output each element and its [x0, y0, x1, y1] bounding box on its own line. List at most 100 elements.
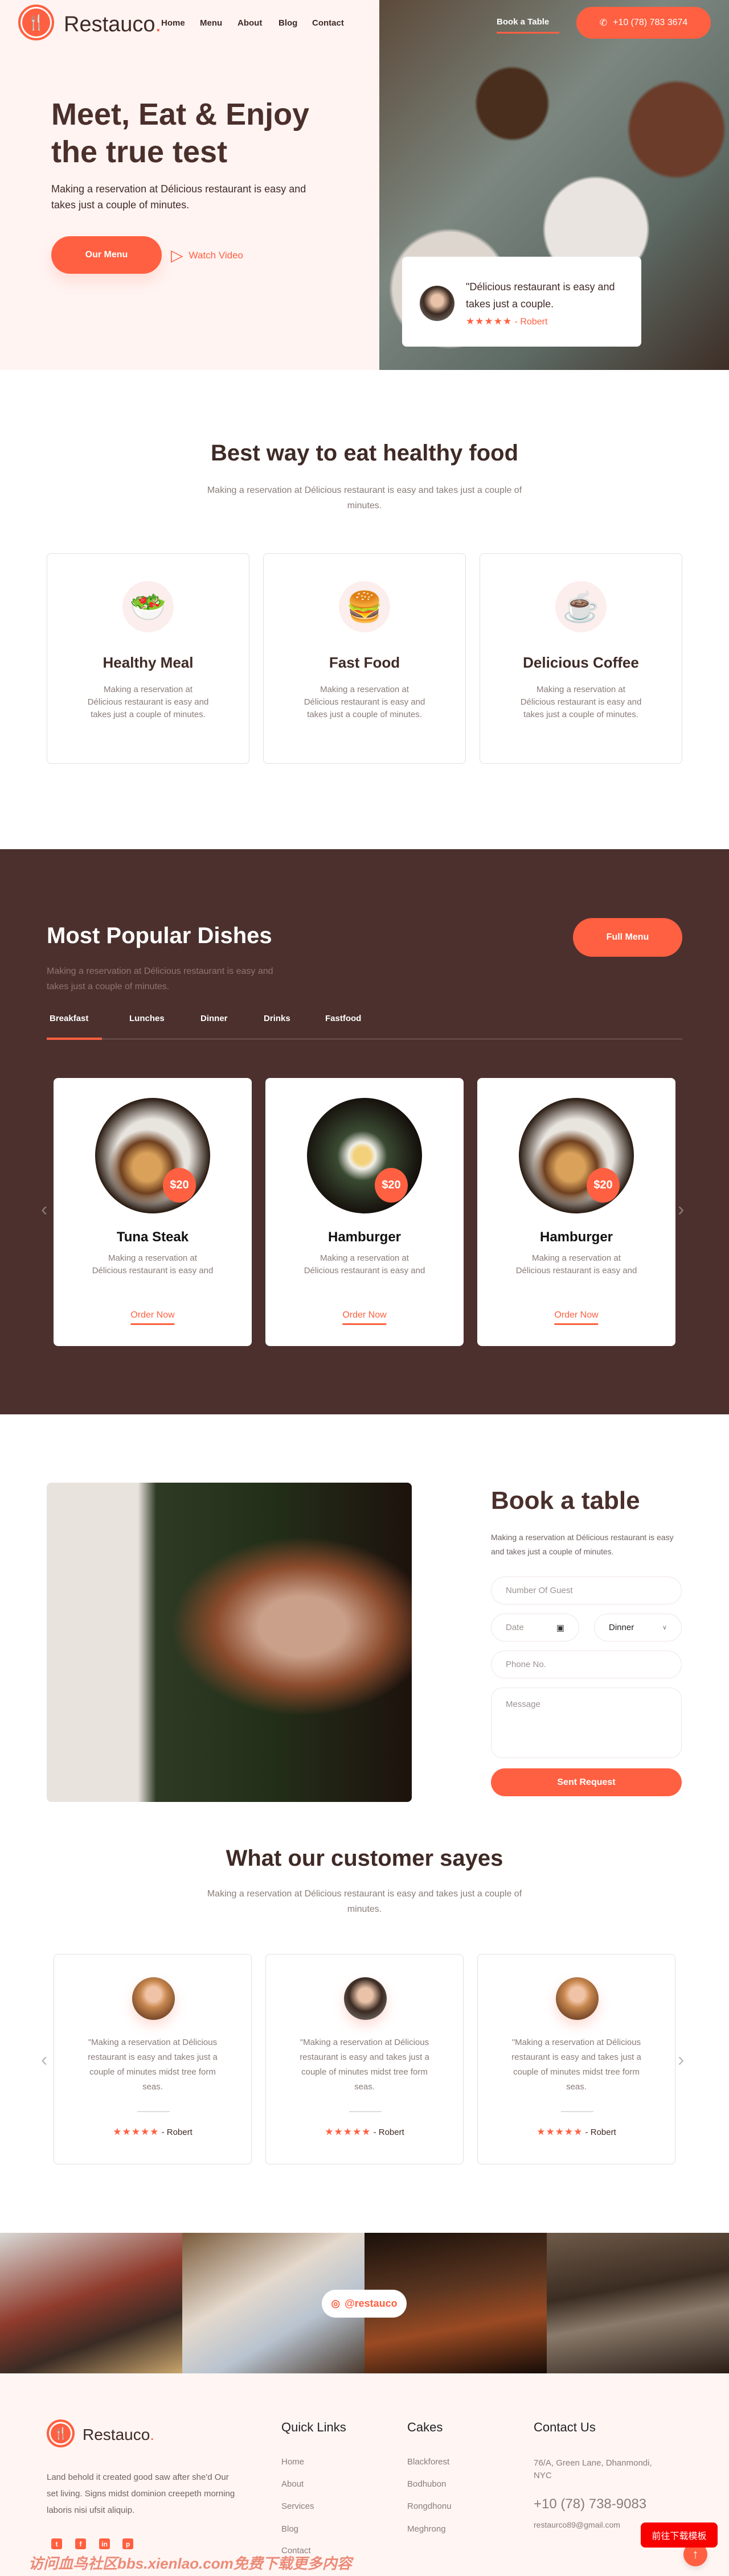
customer-avatar	[132, 1977, 175, 2020]
linkedin-icon[interactable]: in	[99, 2538, 110, 2549]
dish-card: $20 Tuna Steak Making a reservation at D…	[54, 1078, 252, 1346]
divider	[349, 2111, 382, 2112]
tab-drinks[interactable]: Drinks	[264, 1014, 290, 1023]
logo-text[interactable]: Restauco.	[64, 13, 161, 37]
tab-breakfast[interactable]: Breakfast	[50, 1014, 88, 1023]
nav-about[interactable]: About	[237, 18, 262, 28]
tab-lunches[interactable]: Lunches	[129, 1014, 165, 1023]
logo-icon[interactable]: 🍴	[18, 5, 54, 40]
feature-title: Delicious Coffee	[523, 654, 639, 671]
cakes-title: Cakes	[407, 2420, 443, 2434]
hero-title-line2: the true test	[51, 135, 228, 169]
chevron-right-icon[interactable]: ›	[678, 1199, 684, 1221]
feature-title: Healthy Meal	[103, 654, 194, 671]
reviewer-avatar	[420, 286, 454, 321]
star-icons: ★★★★★	[536, 2126, 583, 2137]
hero-title-line1: Meet, Eat & Enjoy	[51, 97, 310, 131]
dish-text: Making a reservation at Délicious restau…	[92, 1253, 214, 1275]
contact-phone[interactable]: +10 (78) 738-9083	[534, 2496, 646, 2512]
order-now-link[interactable]: Order Now	[554, 1310, 599, 1325]
testimonial-rating: ★★★★★ - Robert	[478, 2126, 675, 2138]
features-title: Best way to eat healthy food	[210, 441, 519, 466]
feature-card-coffee: ☕ Delicious Coffee Making a reservation …	[480, 553, 682, 764]
brand-dot: .	[150, 2426, 155, 2443]
footer-link-blog[interactable]: Blog	[281, 2524, 298, 2534]
instagram-icon: ◎	[331, 2298, 341, 2309]
instagram-button[interactable]: ◎ @restauco	[322, 2290, 407, 2318]
chevron-left-icon[interactable]: ‹	[41, 1199, 47, 1221]
quick-links-title: Quick Links	[281, 2420, 346, 2434]
testimonial-author: - Robert	[161, 2128, 193, 2137]
twitter-icon[interactable]: t	[51, 2538, 62, 2549]
testimonial-quote: "Making a reservation at Délicious resta…	[88, 2038, 218, 2092]
chevron-left-icon[interactable]: ‹	[41, 2049, 47, 2071]
brand-name: Restauco	[83, 2426, 150, 2443]
dish-name: Hamburger	[327, 1229, 402, 1245]
send-request-button[interactable]: Sent Request	[491, 1768, 682, 1796]
review-quote: "Délicious restaurant is easy and takes …	[466, 281, 615, 310]
tab-fastfood[interactable]: Fastfood	[325, 1014, 361, 1023]
phone-input[interactable]: Phone No.	[491, 1651, 682, 1678]
gallery-image	[0, 2233, 182, 2373]
watermark-text: 访问血鸟社区bbs.xienlao.com免费下载更多内容	[28, 2555, 352, 2572]
salad-bowl-icon: 🥗	[122, 581, 174, 632]
meal-selected: Dinner	[609, 1623, 634, 1632]
testimonials-title: What our customer sayes	[226, 1846, 503, 1871]
feature-text: Making a reservation at Délicious restau…	[87, 685, 209, 719]
cake-link[interactable]: Blackforest	[407, 2457, 449, 2467]
footer-link-about[interactable]: About	[281, 2479, 304, 2489]
chevron-right-icon[interactable]: ›	[678, 2049, 684, 2071]
contact-email[interactable]: restaurco89@gmail.com	[534, 2520, 620, 2529]
footer-link-home[interactable]: Home	[281, 2457, 304, 2467]
tab-dinner[interactable]: Dinner	[200, 1014, 228, 1023]
cake-link[interactable]: Meghrong	[407, 2524, 446, 2534]
footer-logo-text[interactable]: Restauco.	[83, 2426, 154, 2444]
guest-count-input[interactable]: Number Of Guest	[491, 1577, 682, 1604]
watch-video-label: Watch Video	[189, 249, 243, 261]
calendar-icon[interactable]: ▣	[556, 1623, 564, 1633]
booking-image	[47, 1483, 412, 1802]
pinterest-icon[interactable]: p	[122, 2538, 133, 2549]
footer-about: Land behold it created good saw after sh…	[47, 2472, 235, 2515]
testimonial-card: "Making a reservation at Délicious resta…	[477, 1954, 675, 2165]
cake-link[interactable]: Rongdhonu	[407, 2501, 452, 2511]
facebook-icon[interactable]: f	[75, 2538, 86, 2549]
phone-button[interactable]: ✆ +10 (78) 783 3674	[576, 7, 711, 39]
testimonial-rating: ★★★★★ - Robert	[54, 2126, 251, 2138]
meal-select[interactable]: Dinner ∨	[594, 1614, 682, 1641]
book-table-link[interactable]: Book a Table	[497, 17, 559, 34]
phone-icon: ✆	[599, 18, 608, 28]
active-tab-indicator	[47, 1038, 102, 1040]
our-menu-button[interactable]: Our Menu	[51, 236, 162, 274]
contact-address: 76/A, Green Lane, Dhanmondi, NYC	[534, 2458, 652, 2480]
star-icons: ★★★★★	[466, 316, 513, 327]
footer-link-services[interactable]: Services	[281, 2501, 314, 2511]
feature-title: Fast Food	[329, 654, 400, 671]
testimonial-author: - Robert	[585, 2128, 616, 2137]
download-template-badge[interactable]: 前往下载模板	[641, 2522, 718, 2548]
nav-menu[interactable]: Menu	[200, 18, 222, 28]
message-textarea[interactable]: Message	[491, 1688, 682, 1758]
burger-icon: 🍔	[339, 581, 390, 632]
hero-title: Meet, Eat & Enjoy the true test	[51, 96, 309, 171]
phone-number: +10 (78) 783 3674	[613, 18, 688, 27]
testimonial-card: "Making a reservation at Délicious resta…	[265, 1954, 464, 2165]
nav-blog[interactable]: Blog	[279, 18, 297, 28]
order-now-link[interactable]: Order Now	[342, 1310, 387, 1325]
date-input[interactable]: Date ▣	[491, 1614, 579, 1641]
order-now-link[interactable]: Order Now	[130, 1310, 175, 1325]
footer-logo-icon[interactable]: 🍴	[47, 2419, 75, 2447]
popular-title: Most Popular Dishes	[47, 923, 272, 948]
brand-name: Restauco	[64, 13, 155, 36]
star-icons: ★★★★★	[325, 2126, 371, 2137]
popular-subtitle: Making a reservation at Délicious restau…	[47, 966, 273, 991]
full-menu-button[interactable]: Full Menu	[573, 918, 682, 957]
watch-video-button[interactable]: ▷ Watch Video	[171, 246, 243, 265]
cake-link[interactable]: Bodhubon	[407, 2479, 446, 2489]
testimonial-card: "Making a reservation at Délicious resta…	[54, 1954, 252, 2165]
nav-contact[interactable]: Contact	[312, 18, 344, 28]
nav-home[interactable]: Home	[161, 18, 185, 28]
dish-text: Making a reservation at Délicious restau…	[515, 1253, 637, 1275]
coffee-cup-icon: ☕	[555, 581, 607, 632]
star-icons: ★★★★★	[113, 2126, 159, 2137]
